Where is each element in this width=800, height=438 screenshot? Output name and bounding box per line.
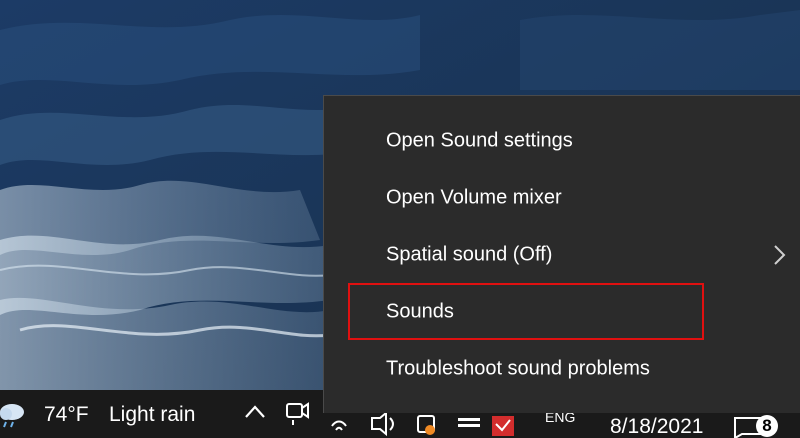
desktop-screen: 74°F Light rain ENG 8/18/2021 8 Open Sou… [0,0,800,438]
taskbar-date[interactable]: 8/18/2021 [610,415,703,438]
sound-context-menu: Open Sound settings Open Volume mixer Sp… [323,95,800,413]
menu-item-open-sound-settings[interactable]: Open Sound settings [324,113,800,169]
sounds-highlight-box [348,283,704,340]
menu-item-troubleshoot-sound[interactable]: Troubleshoot sound problems [324,341,800,397]
tray-icons-partial [331,410,514,437]
notification-count-badge[interactable]: 8 [756,415,778,437]
menu-item-label: Open Sound settings [386,129,573,152]
menu-item-label: Troubleshoot sound problems [386,357,650,380]
weather-temperature[interactable]: 74°F [44,404,89,425]
chevron-up-icon[interactable] [243,400,267,424]
menu-item-spatial-sound[interactable]: Spatial sound (Off) [324,227,800,283]
weather-condition[interactable]: Light rain [109,404,195,425]
menu-item-label: Spatial sound (Off) [386,243,553,266]
meet-now-icon[interactable] [284,398,310,426]
menu-item-label: Open Volume mixer [386,186,562,209]
weather-cloud-rain-icon[interactable] [0,398,30,428]
menu-item-open-volume-mixer[interactable]: Open Volume mixer [324,170,800,226]
chevron-right-icon [774,245,786,265]
